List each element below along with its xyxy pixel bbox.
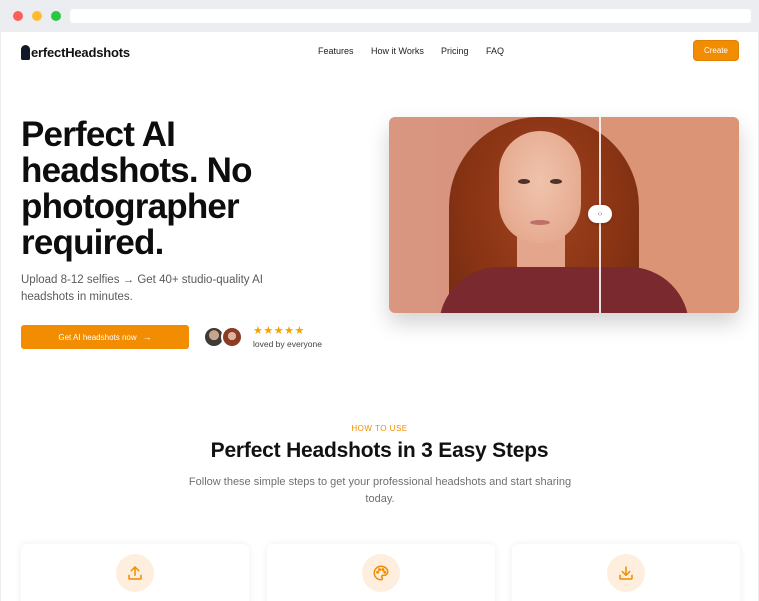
photo-eye: [550, 179, 562, 184]
step-card-style: [267, 544, 495, 601]
avatar: [221, 326, 243, 348]
upload-icon: [116, 554, 154, 592]
social-proof-text: loved by everyone: [253, 339, 322, 349]
top-nav: erfectHeadshots Features How it Works Pr…: [1, 32, 758, 72]
browser-window: erfectHeadshots Features How it Works Pr…: [0, 0, 759, 601]
minimize-window-button[interactable]: [32, 11, 42, 21]
photo-eye: [518, 179, 530, 184]
photo-face: [499, 131, 581, 243]
before-after-photo[interactable]: ‹›: [389, 117, 739, 313]
browser-chrome: [0, 0, 759, 32]
nav-link-features[interactable]: Features: [318, 46, 354, 56]
logo-mark-icon: [21, 44, 30, 60]
palette-icon: [362, 554, 400, 592]
step-card-upload: [21, 544, 249, 601]
photo-shirt: [439, 267, 689, 313]
address-bar[interactable]: [70, 9, 751, 23]
star-rating: ★★★★★: [253, 325, 305, 337]
page: erfectHeadshots Features How it Works Pr…: [1, 32, 758, 601]
nav-link-faq[interactable]: FAQ: [486, 46, 504, 56]
nav-link-pricing[interactable]: Pricing: [441, 46, 469, 56]
arrow-right-icon: →: [142, 332, 152, 342]
logo-text: erfectHeadshots: [31, 44, 130, 60]
section-subtitle: Follow these simple steps to get your pr…: [188, 476, 572, 505]
get-headshots-button[interactable]: Get AI headshots now →: [21, 325, 189, 349]
photo-mouth: [530, 220, 550, 225]
section-title: Perfect Headshots in 3 Easy Steps: [210, 439, 549, 462]
section-eyebrow: HOW TO USE: [351, 424, 408, 433]
logo[interactable]: erfectHeadshots: [21, 43, 130, 61]
maximize-window-button[interactable]: [51, 11, 61, 21]
create-button[interactable]: Create: [693, 40, 739, 61]
hero-title: Perfect AI headshots. No photographer re…: [21, 115, 253, 262]
compare-drag-handle[interactable]: ‹›: [588, 205, 612, 223]
step-card-download: [512, 544, 740, 601]
nav-link-how-it-works[interactable]: How it Works: [371, 46, 424, 56]
close-window-button[interactable]: [13, 11, 23, 21]
avatar-group: [203, 326, 247, 348]
hero-subtitle: Upload 8-12 selfies → Get 40+ studio-qua…: [21, 274, 263, 303]
download-icon: [607, 554, 645, 592]
cta-label: Get AI headshots now: [58, 332, 137, 342]
